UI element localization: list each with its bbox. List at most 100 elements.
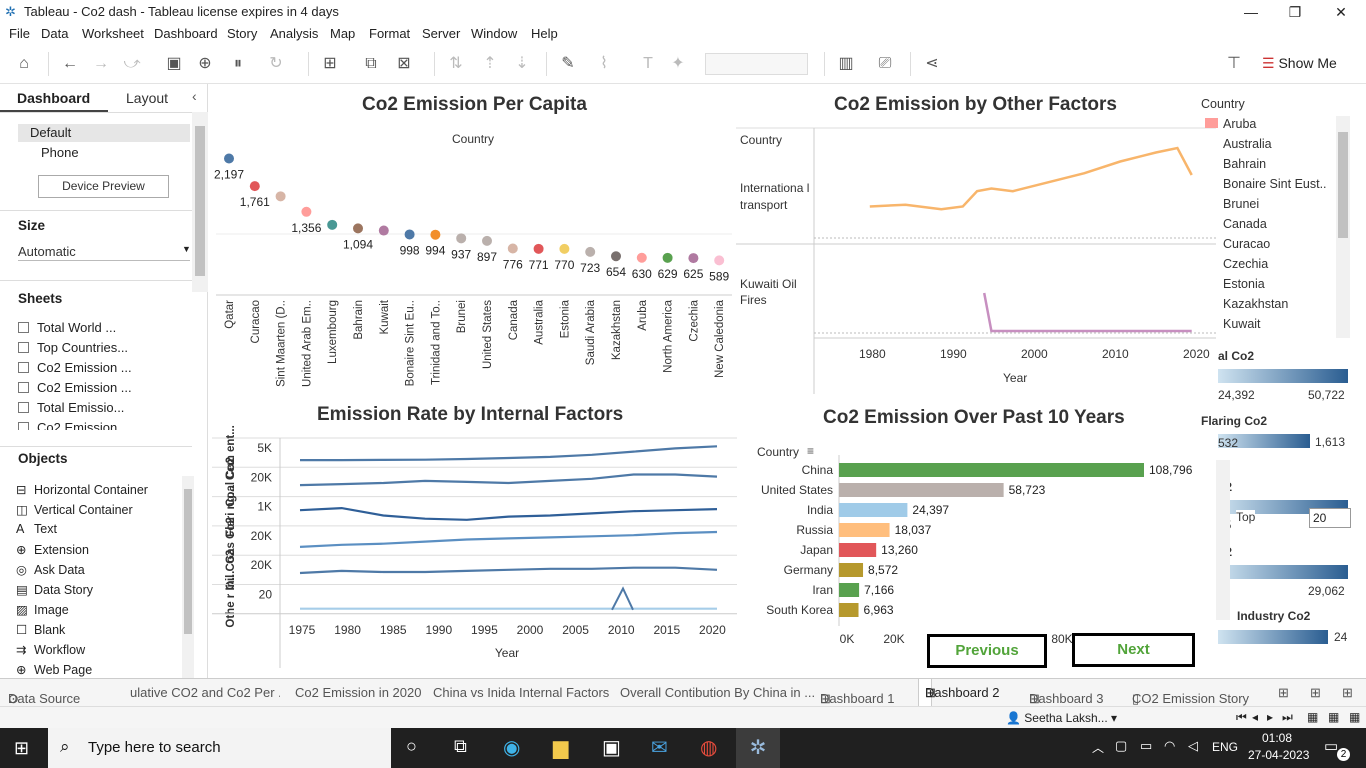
- object-web-page[interactable]: ⊕ Web Page: [16, 662, 92, 677]
- restore-button[interactable]: ❐: [1280, 2, 1310, 22]
- menu-dashboard[interactable]: Dashboard: [154, 26, 218, 41]
- show-tabs-icon[interactable]: ▦: [1307, 710, 1318, 724]
- device-preview-button[interactable]: Device Preview: [38, 175, 169, 198]
- edge-icon[interactable]: ◉: [503, 735, 520, 760]
- tab-dashboard-2[interactable]: ⊞ Dashboard 2: [918, 679, 999, 707]
- battery-icon[interactable]: ▭: [1140, 738, 1152, 754]
- share-icon[interactable]: ⋖: [920, 52, 944, 76]
- object-vertical-container[interactable]: ◫ Vertical Container: [16, 502, 133, 517]
- new-dashboard-tab-icon[interactable]: ⊞: [1310, 685, 1321, 701]
- save-icon[interactable]: ▣: [162, 52, 186, 76]
- tab-dashboard[interactable]: Dashboard: [17, 90, 90, 106]
- legend-item[interactable]: Brunei: [1223, 197, 1259, 211]
- tab-overall[interactable]: Overall Contibution By China in ...: [620, 685, 815, 700]
- mail-icon[interactable]: ✉: [651, 735, 668, 760]
- taskbar-search[interactable]: ⌕ Type here to search: [48, 728, 391, 768]
- replay-icon[interactable]: ⤻: [120, 52, 144, 76]
- legend-item[interactable]: Czechia: [1223, 257, 1268, 271]
- cortana-icon[interactable]: ○: [406, 736, 417, 757]
- object-data-story[interactable]: ▤ Data Story: [16, 582, 93, 597]
- object-ask-data[interactable]: ◎ Ask Data: [16, 562, 85, 577]
- sheet-item[interactable]: Total Emissio...: [18, 400, 124, 415]
- pin-icon[interactable]: ✦: [666, 52, 690, 76]
- show-me-button[interactable]: ☰ Show Me: [1262, 55, 1337, 72]
- object-blank[interactable]: ☐ Blank: [16, 622, 65, 637]
- device-phone[interactable]: Phone: [41, 145, 79, 160]
- next-sheet-icon[interactable]: ▸: [1267, 710, 1273, 724]
- show-cards-icon[interactable]: ▥: [834, 52, 858, 76]
- object-extension[interactable]: ⊕ Extension: [16, 542, 89, 557]
- menu-data[interactable]: Data: [41, 26, 68, 41]
- redo-icon[interactable]: →: [89, 52, 113, 76]
- pin-toolbar-icon[interactable]: ⊤: [1222, 52, 1246, 76]
- store-icon[interactable]: ▣: [602, 735, 621, 760]
- chrome-icon[interactable]: ◍: [700, 735, 717, 760]
- tab-china-india[interactable]: China vs Inida Internal Factors: [433, 685, 609, 700]
- menu-story[interactable]: Story: [227, 26, 257, 41]
- sheet-item[interactable]: Top Countries...: [18, 340, 128, 355]
- object-image[interactable]: ▨ Image: [16, 602, 69, 617]
- home-icon[interactable]: ⌂: [12, 52, 36, 76]
- tab-co2-2020[interactable]: Co2 Emission in 2020: [295, 685, 421, 700]
- filmstrip-icon[interactable]: ▦: [1328, 710, 1339, 724]
- legend-item[interactable]: Canada: [1223, 217, 1267, 231]
- user-menu[interactable]: 👤 Seetha Laksh... ▾: [1006, 711, 1117, 725]
- legend-item[interactable]: Bahrain: [1223, 157, 1266, 171]
- collapse-panel-icon[interactable]: ‹: [192, 88, 197, 104]
- sheet-item[interactable]: Co2 Emission ...: [18, 380, 132, 395]
- menu-file[interactable]: File: [9, 26, 30, 41]
- presentation-icon[interactable]: ⎚: [873, 52, 897, 76]
- legend-item[interactable]: Bonaire Sint Eust..: [1223, 177, 1327, 191]
- tab-layout[interactable]: Layout: [126, 90, 168, 106]
- first-sheet-icon[interactable]: ⏮: [1236, 710, 1247, 725]
- duplicate-icon[interactable]: ⧉: [359, 52, 383, 76]
- sheet-sorter-icon[interactable]: ▦: [1349, 710, 1360, 724]
- last-sheet-icon[interactable]: ⏭: [1282, 710, 1293, 725]
- clear-sheet-icon[interactable]: ⊠: [392, 52, 416, 76]
- refresh-icon[interactable]: ↻: [264, 52, 288, 76]
- pause-updates-icon[interactable]: ⏸: [226, 52, 250, 76]
- new-data-source-icon[interactable]: ⊕: [193, 52, 217, 76]
- tray-chevron-icon[interactable]: ︿: [1092, 739, 1104, 756]
- legend-item[interactable]: Kazakhstan: [1223, 297, 1288, 311]
- sheet-item[interactable]: Co2 Emission: [18, 420, 117, 430]
- legend-item[interactable]: Aruba: [1223, 117, 1256, 131]
- size-dropdown-arrow-icon[interactable]: ▼: [182, 244, 191, 254]
- sheet-item[interactable]: Total World ...: [18, 320, 116, 335]
- size-dropdown[interactable]: Automatic: [18, 244, 76, 259]
- new-story-tab-icon[interactable]: ⊞: [1342, 685, 1353, 701]
- new-worksheet-icon[interactable]: ⊞: [318, 52, 342, 76]
- menu-worksheet[interactable]: Worksheet: [82, 26, 144, 41]
- sort-descending-icon[interactable]: ⇣: [510, 52, 534, 76]
- clock-date[interactable]: 27-04-2023: [1248, 748, 1309, 762]
- tray-meet-icon[interactable]: ▢: [1115, 738, 1127, 754]
- windows-start-icon[interactable]: ⊞: [14, 738, 29, 759]
- menu-analysis[interactable]: Analysis: [270, 26, 318, 41]
- group-icon[interactable]: ⌇: [592, 52, 616, 76]
- prev-sheet-icon[interactable]: ◂: [1252, 710, 1258, 724]
- file-explorer-icon[interactable]: ▆: [553, 735, 568, 760]
- legend-item[interactable]: Australia: [1223, 137, 1272, 151]
- sort-ascending-icon[interactable]: ⇡: [478, 52, 502, 76]
- undo-icon[interactable]: ←: [58, 52, 82, 76]
- label-icon[interactable]: T: [636, 52, 660, 76]
- notification-icon[interactable]: ▭: [1324, 737, 1338, 755]
- minimize-button[interactable]: —: [1236, 2, 1266, 22]
- close-button[interactable]: ✕: [1326, 2, 1356, 22]
- menu-server[interactable]: Server: [422, 26, 460, 41]
- tab-cumulative[interactable]: ulative CO2 and Co2 Per ...: [130, 685, 280, 700]
- highlight-icon[interactable]: ✎: [556, 52, 580, 76]
- task-view-icon[interactable]: ⧉: [454, 736, 467, 757]
- fit-dropdown[interactable]: [705, 53, 808, 75]
- menu-help[interactable]: Help: [531, 26, 558, 41]
- clock-time[interactable]: 01:08: [1262, 731, 1292, 745]
- menu-format[interactable]: Format: [369, 26, 410, 41]
- tableau-taskbar-icon[interactable]: ✲: [736, 728, 780, 768]
- language-indicator[interactable]: ENG: [1212, 740, 1238, 754]
- volume-icon[interactable]: ◁: [1188, 738, 1198, 754]
- past10-scrollbar[interactable]: [1216, 460, 1230, 620]
- object-workflow[interactable]: ⇉ Workflow: [16, 642, 85, 657]
- menu-map[interactable]: Map: [330, 26, 355, 41]
- sheet-item[interactable]: Co2 Emission ...: [18, 360, 132, 375]
- menu-window[interactable]: Window: [471, 26, 517, 41]
